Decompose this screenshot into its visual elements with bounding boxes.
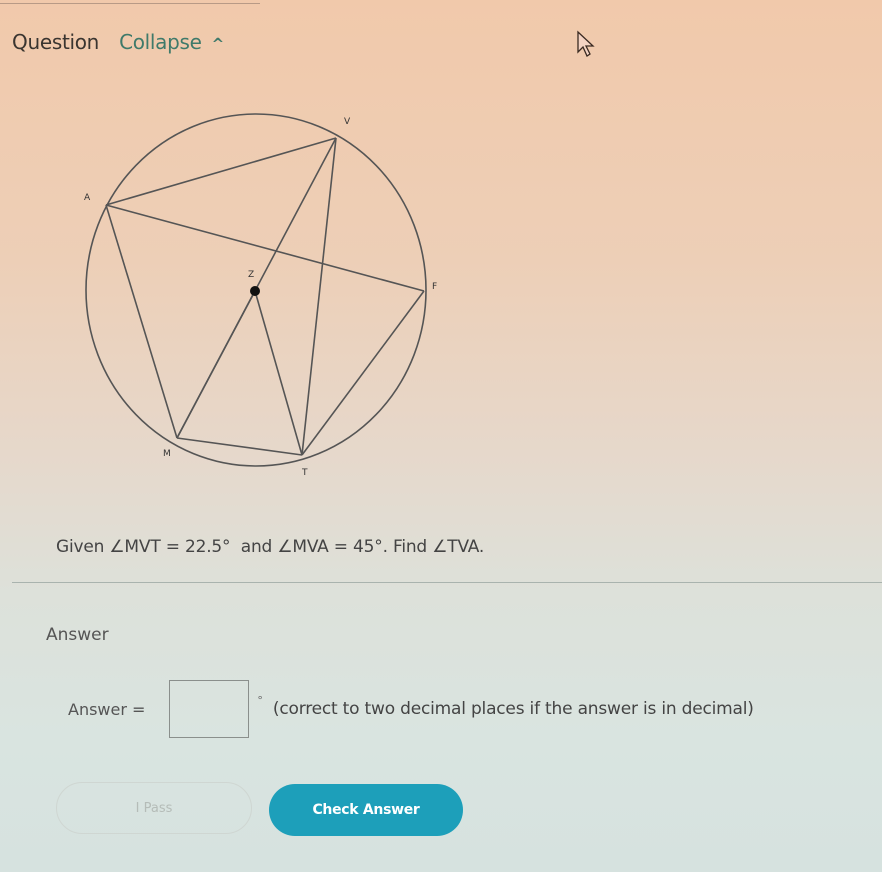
point-label-m: M [163,449,171,459]
point-label-t: T [301,468,308,478]
pass-button[interactable]: I Pass [56,782,252,834]
answer-hint: (correct to two decimal places if the an… [272,699,754,719]
answer-input[interactable] [169,680,250,738]
segment-am [105,204,178,439]
center-point-z [250,286,260,296]
point-label-f: F [432,282,437,292]
segment-vt [301,137,337,456]
point-label-v: V [344,117,351,127]
segment-av [105,137,337,206]
answer-label: Answer = [68,699,146,719]
check-answer-button[interactable]: Check Answer [269,784,463,836]
segment-af [105,204,425,292]
answer-heading: Answer [46,625,109,645]
segment-zt [254,290,303,456]
point-label-a: A [84,193,91,203]
segment-mt [176,437,303,456]
degree-symbol: ° [257,694,263,707]
segment-zm [176,290,256,439]
question-text: Given ∠MVT = 22.5° and ∠MVA = 45°. Find … [56,537,485,557]
divider [12,582,882,583]
circle-diagram: V A F M T Z [84,113,437,478]
answer-row: Answer = ° (correct to two decimal place… [68,680,754,738]
point-label-z: Z [248,270,254,280]
